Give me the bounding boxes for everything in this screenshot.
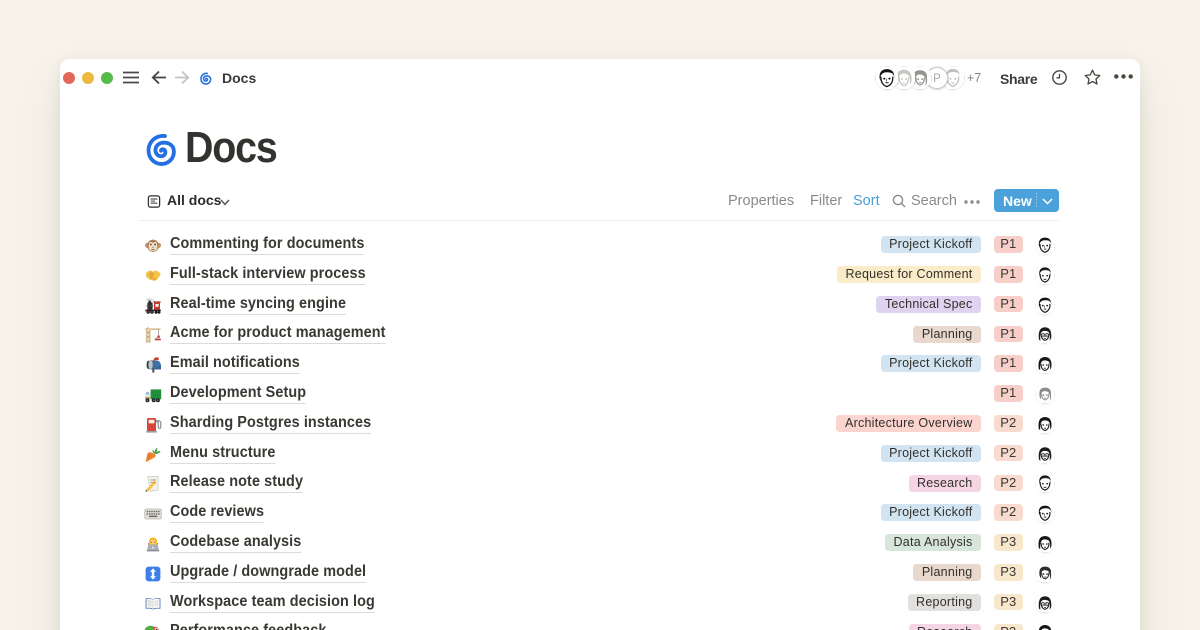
svg-text:P: P [933,73,941,85]
